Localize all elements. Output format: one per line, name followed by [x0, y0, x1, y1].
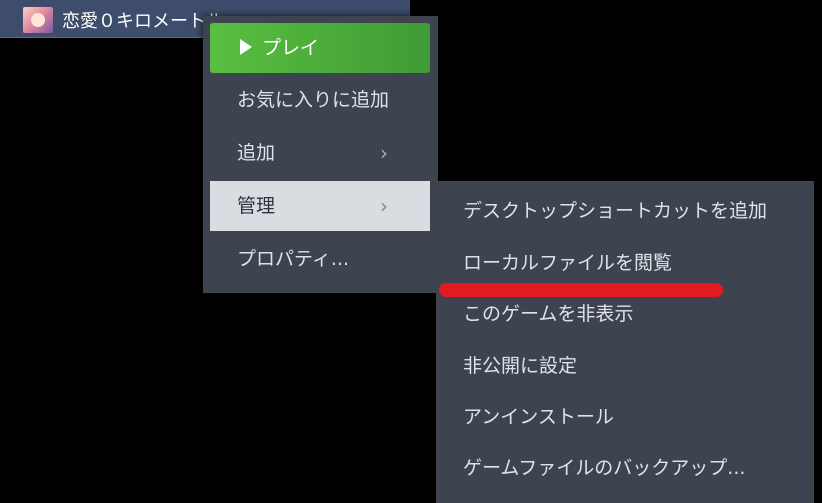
play-button[interactable]: プレイ	[210, 23, 430, 73]
submenu-item-browse-local-files[interactable]: ローカルファイルを閲覧	[463, 243, 672, 283]
menu-item-properties[interactable]: プロパティ...	[210, 234, 430, 284]
submenu-item-add-desktop-shortcut[interactable]: デスクトップショートカットを追加	[463, 191, 767, 231]
menu-item-label: 管理	[237, 195, 276, 217]
context-menu: プレイ お気に入りに追加 追加 › 管理 › プロパティ...	[203, 16, 438, 293]
annotation-underline	[439, 283, 723, 297]
submenu-item-uninstall[interactable]: アンインストール	[463, 397, 614, 437]
play-button-label: プレイ	[262, 37, 320, 59]
game-thumbnail-icon	[23, 7, 53, 33]
game-title: 恋愛０キロメートル	[62, 11, 224, 32]
menu-item-add-to-favorites[interactable]: お気に入りに追加	[210, 75, 430, 125]
submenu-item-set-private[interactable]: 非公開に設定	[463, 346, 577, 386]
chevron-right-icon: ›	[380, 141, 388, 165]
play-icon	[240, 38, 252, 55]
manage-submenu: デスクトップショートカットを追加 ローカルファイルを閲覧 このゲームを非表示 非…	[436, 181, 814, 503]
menu-item-label: プロパティ...	[237, 248, 349, 270]
menu-item-label: 追加	[237, 142, 276, 164]
menu-item-label: お気に入りに追加	[237, 89, 390, 111]
submenu-item-backup-game-files[interactable]: ゲームファイルのバックアップ...	[463, 448, 745, 488]
chevron-right-icon: ›	[380, 194, 388, 218]
menu-item-add[interactable]: 追加 ›	[210, 128, 430, 178]
menu-item-manage[interactable]: 管理 ›	[210, 181, 430, 231]
submenu-item-hide-game[interactable]: このゲームを非表示	[463, 294, 633, 334]
